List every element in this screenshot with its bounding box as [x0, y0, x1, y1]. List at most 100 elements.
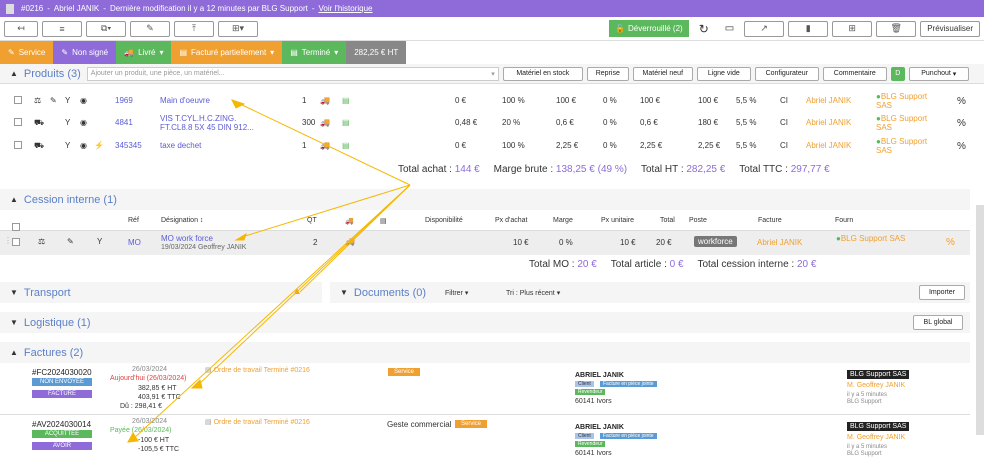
invoice-number[interactable]: #AV2024030014	[32, 420, 91, 429]
import-button[interactable]: Importer	[919, 285, 965, 300]
duplicate-button[interactable]: ▮	[788, 20, 829, 37]
cession-row[interactable]: ⋮ ⚖ ✎ Y MO MO work force 19/03/2024 Geof…	[0, 231, 970, 255]
percent-link[interactable]: %	[957, 141, 966, 152]
supplier-name[interactable]: ●BLG Support SAS	[876, 137, 936, 155]
delivery-icon: 🚚	[320, 141, 330, 150]
ligne-vide-button[interactable]: Ligne vide	[696, 66, 751, 81]
transport-section-header[interactable]: ▼ Transport ▲	[0, 282, 322, 303]
client-city: 60141 Ivors	[575, 398, 612, 405]
row-checkbox[interactable]	[14, 118, 22, 126]
logistique-section-header[interactable]: ▼ Logistique (1) BL global	[0, 312, 970, 333]
product-user[interactable]: Abriel JANIK	[806, 96, 851, 105]
product-code[interactable]: 345345	[115, 141, 142, 150]
documents-section-header: ▼ Documents (0) Filtrer ▾ Tri : Plus réce…	[330, 282, 970, 303]
d-button[interactable]: D	[890, 66, 905, 81]
percent-link[interactable]: %	[957, 96, 966, 107]
bl-global-button[interactable]: BL global	[913, 315, 963, 330]
filter-dropdown[interactable]: Filtrer ▾	[445, 289, 468, 297]
invoice-geste: Geste commercial	[387, 420, 452, 429]
structure-button[interactable]: ⊞▾	[218, 20, 258, 37]
work-order-link[interactable]: ▤ Ordre de travail Terminé #0216	[205, 418, 310, 426]
add-product-input[interactable]: Ajouter un produit, une pièce, un matéri…	[86, 66, 499, 81]
balance-icon: ⚖	[34, 96, 42, 105]
row-checkbox[interactable]	[14, 96, 22, 104]
supplier-name[interactable]: ●BLG Support SAS	[876, 92, 936, 110]
client-name[interactable]: ABRIEL JANIK	[575, 424, 624, 431]
materiel-stock-button[interactable]: Matériel en stock	[502, 66, 583, 81]
history-link[interactable]: Voir l'historique	[319, 4, 373, 13]
copy-button[interactable]: ⧉▾	[86, 20, 126, 37]
delivery-icon: 🚚	[320, 118, 330, 127]
monitor-icon[interactable]: ▭	[725, 23, 734, 34]
cart-icon: ⛟	[34, 141, 45, 150]
lock-button[interactable]: 🔓 Déverrouillé (2)	[609, 20, 689, 37]
invoice-icon: ▤	[179, 48, 188, 57]
list-button[interactable]: ≡	[42, 20, 82, 37]
contact-name[interactable]: M. Geoffrey JANIK	[847, 434, 905, 441]
work-order-link[interactable]: ▤ Ordre de travail Terminé #0216	[205, 366, 310, 374]
tools-button[interactable]: ✎	[130, 20, 170, 37]
status-facture[interactable]: ▤ Facturé partiellement ▾	[171, 41, 283, 64]
percent-link[interactable]: %	[957, 118, 966, 129]
select-all-checkbox[interactable]	[12, 223, 20, 231]
trash-icon: 🗑	[890, 23, 902, 33]
client-tag: Client	[575, 433, 594, 439]
cart-icon: ⛟	[34, 118, 45, 127]
chevron-down-icon: ▾	[270, 48, 275, 57]
invoice-ht: 382,85 € HT	[138, 385, 177, 392]
materiel-neuf-button[interactable]: Matériel neuf	[632, 66, 693, 81]
invoice-by: BLG Support	[847, 451, 882, 457]
product-code[interactable]: 1969	[115, 96, 133, 105]
product-name[interactable]: Main d'oeuvre	[160, 96, 270, 105]
status-service[interactable]: ✎ Service	[0, 41, 54, 64]
invoice-number[interactable]: #FC2024030020	[32, 368, 92, 377]
product-user[interactable]: Abriel JANIK	[806, 141, 851, 150]
status-livre[interactable]: 🚚 Livré ▾	[116, 41, 172, 64]
fork-icon: Y	[97, 237, 103, 246]
product-name[interactable]: VIS T.CYL.H.C.ZING. FT.CL8.8 5X 45 DIN 9…	[160, 114, 270, 132]
invoice-date: 26/03/2024	[132, 418, 168, 425]
product-row[interactable]: ⚖ ✎ Y ◉ 1969 Main d'oeuvre 1 0 € 100 % 100 € 0 % 10…	[0, 92, 970, 114]
attachment-tag: Facture en pièce jointe	[600, 433, 657, 439]
supplier-name[interactable]: ●BLG Support SAS	[876, 114, 936, 132]
drag-handle-icon[interactable]: ⋮	[4, 236, 12, 245]
share-button[interactable]: ↗	[744, 20, 785, 37]
reprise-button[interactable]: Reprise	[586, 66, 629, 81]
factures-section-header[interactable]: ▲ Factures (2)	[0, 342, 970, 363]
client-city: 60141 Ivors	[575, 450, 612, 457]
punchout-button[interactable]: Punchout ▾	[908, 66, 969, 81]
hierarchy-button[interactable]: ⊞	[832, 20, 873, 37]
collapse-icon: ▲	[10, 69, 18, 78]
product-row[interactable]: ⛟ Y ◉ ⚡ 345345 taxe dechet 1 0 € 100 % 2,25 € 0 % 2…	[0, 137, 970, 159]
product-marge: 100 %	[502, 141, 525, 150]
row-checkbox[interactable]	[14, 141, 22, 149]
scrollbar[interactable]	[976, 205, 984, 435]
row-checkbox[interactable]	[12, 238, 20, 246]
status-termine[interactable]: ▤ Terminé ▾	[282, 41, 347, 64]
sort-dropdown[interactable]: Tri : Plus récent ▾	[506, 289, 560, 297]
document-icon: ▤	[205, 367, 212, 374]
documents-toggle[interactable]: ▼ Documents (0)	[330, 287, 426, 299]
supplier-name[interactable]: ●BLG Support SAS	[836, 234, 906, 243]
product-name[interactable]: taxe dechet	[160, 141, 270, 150]
products-title[interactable]: ▲ Produits (3)	[0, 68, 81, 80]
upload-button[interactable]: ⤒	[174, 20, 214, 37]
commentaire-button[interactable]: Commentaire	[822, 66, 887, 81]
product-row[interactable]: ⛟ Y ◉ 4841 VIS T.CYL.H.C.ZING. FT.CL8.8 5X 4…	[0, 114, 970, 136]
configurateur-button[interactable]: Configurateur	[754, 66, 819, 81]
delete-button[interactable]: 🗑	[876, 20, 917, 37]
contact-name[interactable]: M. Geoffrey JANIK	[847, 382, 905, 389]
invoice-date: 26/03/2024	[132, 366, 168, 373]
cession-section-header[interactable]: ▲ Cession interne (1)	[0, 189, 970, 210]
back-button[interactable]: ↤	[4, 20, 38, 37]
status-non-signe[interactable]: ✎ Non signé	[53, 41, 117, 64]
product-net: 2,25 €	[640, 141, 663, 150]
product-remise: 0 %	[603, 118, 617, 127]
preview-button[interactable]: Prévisualiser	[920, 20, 980, 37]
product-code[interactable]: 4841	[115, 118, 133, 127]
bolt-icon: ⚡	[94, 141, 104, 150]
products-header: ▲ Produits (3) Ajouter un produit, une pi…	[0, 64, 984, 84]
product-user[interactable]: Abriel JANIK	[806, 118, 851, 127]
client-name[interactable]: ABRIEL JANIK	[575, 372, 624, 379]
refresh-icon[interactable]: ↻	[699, 22, 709, 36]
